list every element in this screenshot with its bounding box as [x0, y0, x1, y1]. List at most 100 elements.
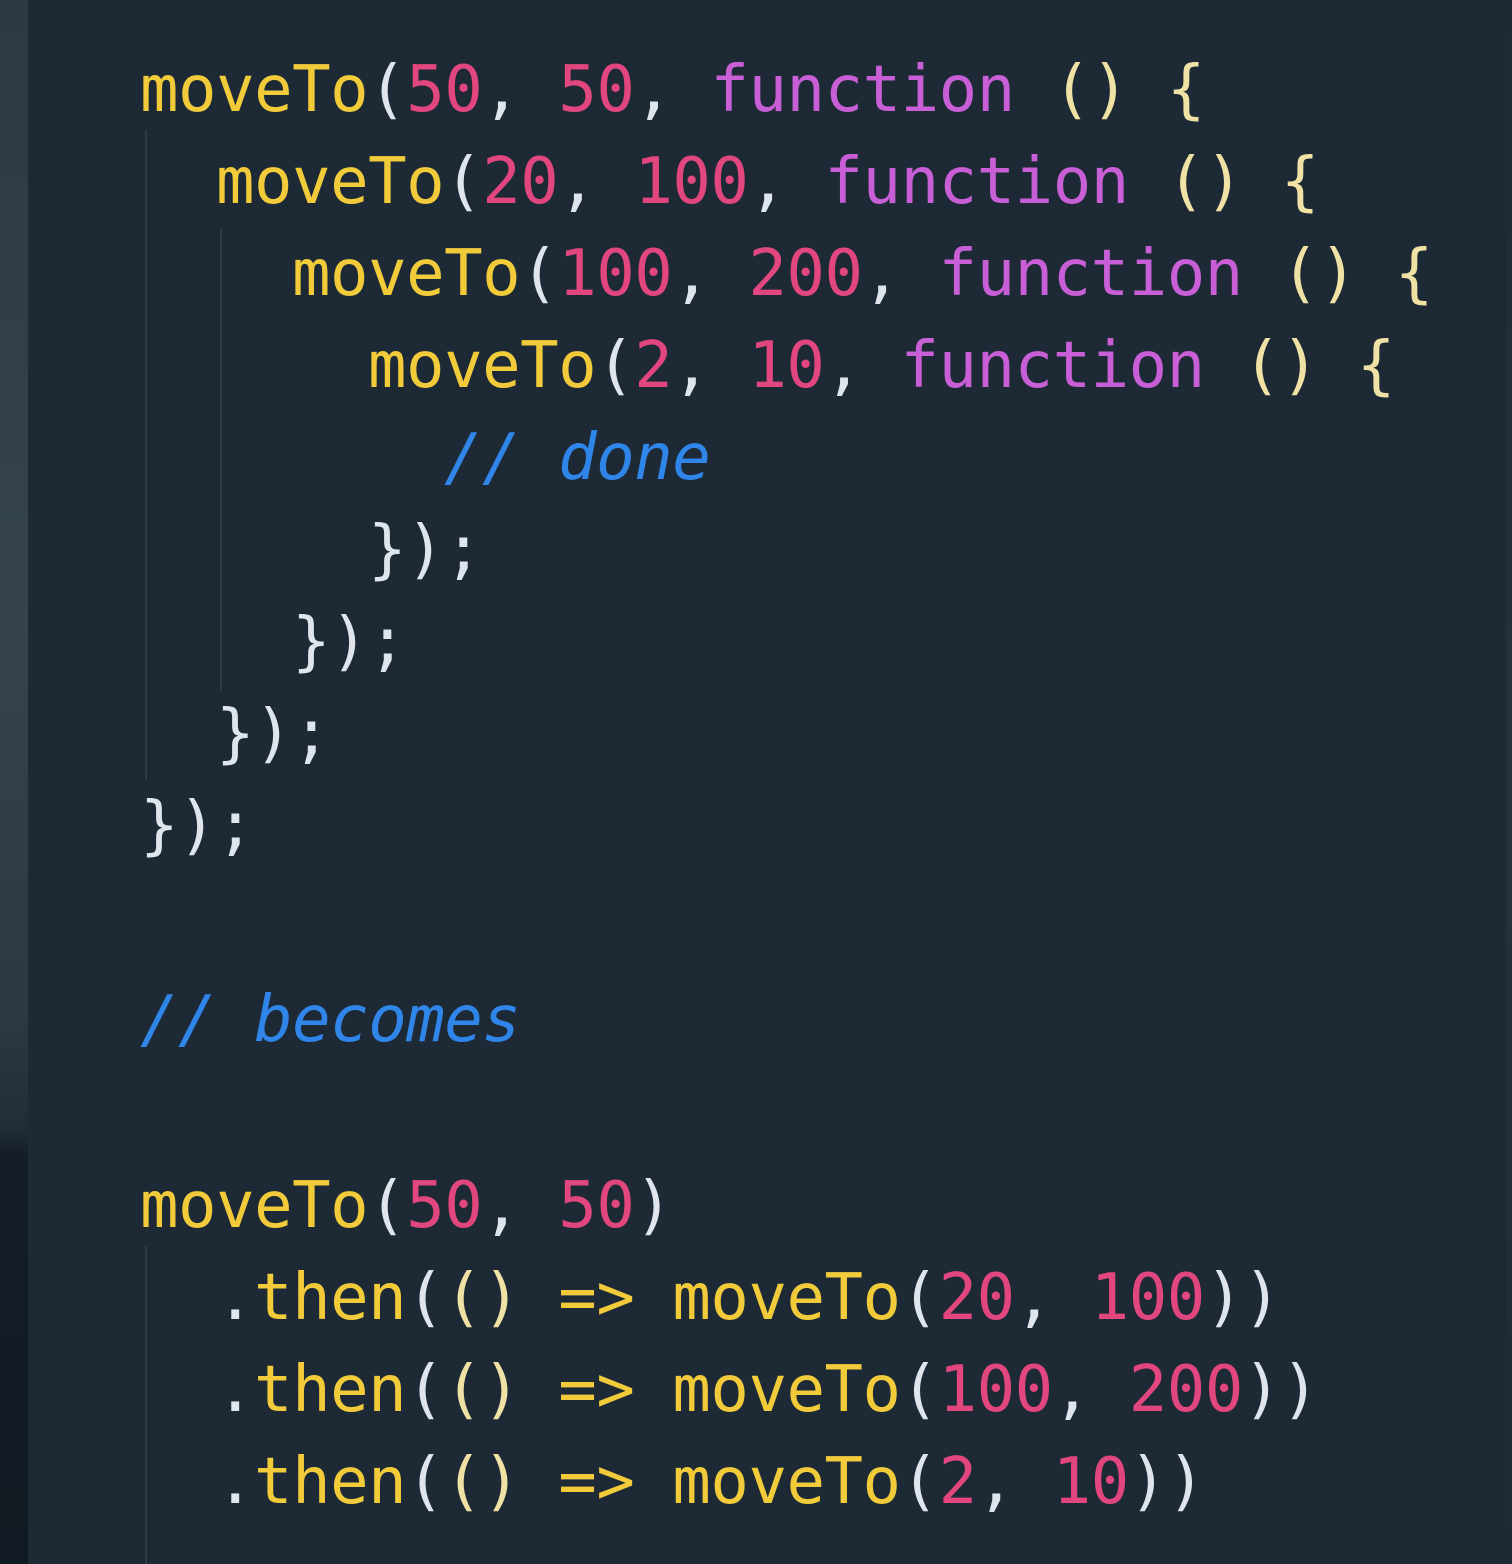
nested-code-line-4: moveTo(2, 10, function () { [368, 320, 1395, 412]
code-token: () [444, 1445, 521, 1519]
code-token: ( [444, 145, 483, 219]
code-token: ( [900, 1445, 940, 1519]
code-token: )) [1128, 1445, 1206, 1519]
code-token: () [1052, 53, 1130, 127]
code-token: ( [368, 1169, 407, 1243]
indent-guide-3 [145, 1246, 147, 1564]
code-token: 2 [634, 329, 673, 403]
code-token: }); [216, 697, 331, 771]
code-token: moveTo [292, 237, 521, 311]
code-token: => [558, 1353, 635, 1427]
code-token: ( [900, 1261, 940, 1335]
code-token: . [216, 1261, 255, 1335]
code-token: moveTo [140, 53, 369, 127]
code-token: 200 [748, 237, 863, 311]
code-token: )) [1204, 1261, 1282, 1335]
code-token: moveTo [672, 1353, 901, 1427]
code-token: . [216, 1445, 255, 1519]
code-token: { [1356, 329, 1396, 403]
code-token: { [1280, 145, 1320, 219]
code-token: () [444, 1353, 521, 1427]
code-screenshot: moveTo(50, 50, function () {moveTo(20, 1… [0, 0, 1512, 1564]
code-token: , [482, 1169, 559, 1243]
code-token: 100 [938, 1353, 1054, 1427]
nested-code-line-6: }); [368, 504, 483, 596]
code-token: , [748, 145, 825, 219]
code-token: , [824, 329, 901, 403]
code-token: 2 [938, 1445, 978, 1519]
code-token: 100 [634, 145, 749, 219]
code-token: ( [596, 329, 635, 403]
code-token: 100 [558, 237, 673, 311]
code-token: ( [900, 1353, 940, 1427]
code-token: // done [444, 421, 711, 495]
code-token: , [1052, 1353, 1129, 1427]
code-token: moveTo [672, 1261, 901, 1335]
code-token: ) [634, 1169, 673, 1243]
code-token: ( [368, 53, 407, 127]
code-token: => [558, 1445, 635, 1519]
code-token: function [900, 329, 1205, 403]
nested-code-line-9: }); [140, 780, 255, 872]
code-token: => [558, 1261, 635, 1335]
nested-code-line-2: moveTo(20, 100, function () { [216, 136, 1319, 228]
code-token: 50 [558, 1169, 635, 1243]
code-token: () [1280, 237, 1358, 311]
code-token: , [558, 145, 635, 219]
code-token: 200 [1128, 1353, 1244, 1427]
code-token: 20 [482, 145, 559, 219]
code-token: 50 [406, 1169, 483, 1243]
nested-code-line-7: }); [292, 596, 407, 688]
promise-code-line-3: .then(() => moveTo(100, 200)) [216, 1344, 1319, 1436]
code-token: . [216, 1353, 255, 1427]
code-token: , [634, 53, 711, 127]
code-token: ( [406, 1261, 445, 1335]
code-token: then [254, 1445, 407, 1519]
code-token: moveTo [216, 145, 445, 219]
code-token: () [1166, 145, 1244, 219]
code-token: }); [292, 605, 407, 679]
code-token: function [710, 53, 1015, 127]
code-token: 50 [406, 53, 483, 127]
code-token: 100 [1090, 1261, 1206, 1335]
code-token: function [824, 145, 1130, 219]
code-token: { [1394, 237, 1434, 311]
code-token: )) [1242, 1353, 1320, 1427]
indent-guide-1 [145, 130, 147, 780]
promise-code-line-4: .then(() => moveTo(2, 10)) [216, 1436, 1205, 1528]
nested-code-line-5: // done [444, 412, 711, 504]
code-token: 10 [1052, 1445, 1130, 1519]
nested-code-line-3: moveTo(100, 200, function () { [292, 228, 1433, 320]
code-token: ( [406, 1445, 445, 1519]
promise-code-line-1: moveTo(50, 50) [140, 1160, 673, 1252]
code-token: , [1014, 1261, 1091, 1335]
code-token: , [976, 1445, 1053, 1519]
code-token: 50 [558, 53, 635, 127]
code-token: ( [406, 1353, 445, 1427]
code-token: function [938, 237, 1244, 311]
code-token: , [672, 329, 749, 403]
code-token: moveTo [368, 329, 597, 403]
nested-code-line-1: moveTo(50, 50, function () { [140, 44, 1205, 136]
code-token: { [1166, 53, 1206, 127]
nested-code-line-8: }); [216, 688, 331, 780]
code-token: ( [520, 237, 559, 311]
code-token: () [444, 1261, 521, 1335]
code-token: then [254, 1353, 407, 1427]
code-token: , [862, 237, 939, 311]
code-token: 20 [938, 1261, 1016, 1335]
